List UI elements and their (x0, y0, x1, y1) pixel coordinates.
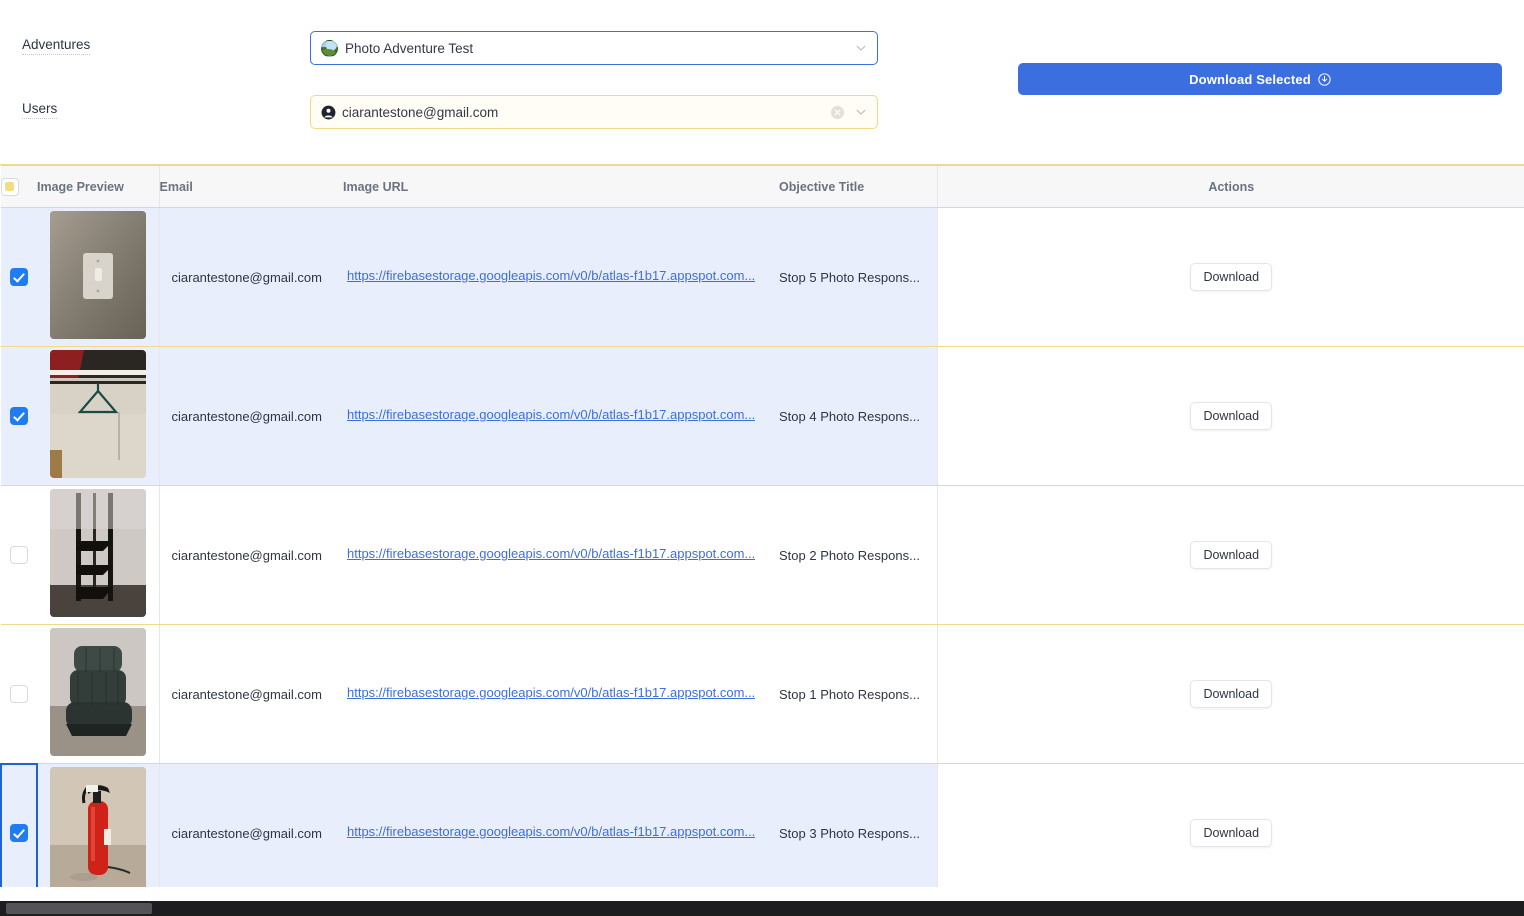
table-row[interactable]: ciarantestone@gmail.com https://firebases… (0, 762, 1524, 896)
download-circle-icon (1318, 72, 1331, 86)
users-filter-row: Users ciarantestone@gmail.com (0, 95, 1524, 129)
image-preview-cell (37, 346, 159, 486)
table-header: Image Preview Email Image URL Objective … (1, 165, 1524, 208)
row-download-button[interactable]: Download (1190, 263, 1273, 291)
clothes-hanger-photo[interactable] (49, 349, 146, 478)
image-url-cell: https://firebasestorage.googleapis.com/v… (343, 485, 779, 625)
light-switch-photo[interactable] (49, 210, 146, 339)
actions-cell: Download (936, 485, 1524, 625)
row-download-button[interactable]: Download (1190, 819, 1273, 847)
users-select[interactable]: ciarantestone@gmail.com (310, 95, 878, 129)
adventures-selected-value: Photo Adventure Test (345, 40, 474, 56)
person-icon (321, 105, 336, 119)
image-url-cell: https://firebasestorage.googleapis.com/v… (343, 624, 779, 764)
table-body: ciarantestone@gmail.com https://firebases… (0, 207, 1524, 896)
image-url-cell: https://firebasestorage.googleapis.com/v… (343, 763, 779, 896)
select-all-header (1, 165, 37, 208)
actions-cell: Download (936, 624, 1524, 764)
table-row[interactable]: ciarantestone@gmail.com https://firebases… (1, 346, 1524, 486)
images-table: Image Preview Email Image URL Objective … (0, 165, 1524, 896)
row-checkbox[interactable] (10, 545, 28, 564)
column-header-objective-title[interactable]: Objective Title (779, 165, 937, 208)
fire-extinguisher-photo[interactable] (50, 766, 147, 895)
column-header-image-url[interactable]: Image URL (343, 165, 779, 208)
table-row[interactable]: ciarantestone@gmail.com https://firebases… (1, 207, 1524, 347)
objective-title-cell: Stop 4 Photo Respons... (779, 346, 937, 486)
row-download-button[interactable]: Download (1190, 402, 1273, 430)
image-url-link[interactable]: https://firebasestorage.googleapis.com/v… (347, 824, 755, 839)
filters-panel: Adventures Photo Adventure Test Download… (0, 0, 1524, 165)
objective-title-cell: Stop 1 Photo Respons... (779, 624, 937, 764)
adventures-label: Adventures (22, 37, 91, 55)
row-select-cell[interactable] (0, 762, 38, 896)
email-cell: ciarantestone@gmail.com (158, 763, 343, 896)
row-checkbox[interactable] (10, 684, 28, 703)
actions-cell: Download (936, 763, 1524, 896)
page-bottom-gap (0, 887, 1524, 901)
objective-title-cell: Stop 2 Photo Respons... (779, 485, 937, 625)
users-label: Users (22, 101, 58, 119)
objective-title-cell: Stop 5 Photo Respons... (779, 207, 937, 347)
row-select-cell[interactable] (1, 346, 37, 486)
column-header-actions[interactable]: Actions (936, 165, 1524, 208)
adventures-select[interactable]: Photo Adventure Test (310, 31, 878, 65)
image-url-cell: https://firebasestorage.googleapis.com/v… (343, 346, 779, 486)
clear-circle-icon[interactable] (830, 105, 845, 120)
table-row[interactable]: ciarantestone@gmail.com https://firebases… (1, 624, 1524, 764)
table-row[interactable]: ciarantestone@gmail.com https://firebases… (1, 485, 1524, 625)
corner-shelf-photo[interactable] (49, 488, 146, 617)
office-chair-photo[interactable] (49, 627, 146, 756)
row-checkbox[interactable] (10, 823, 28, 842)
table-header-row: Image Preview Email Image URL Objective … (1, 165, 1524, 208)
image-preview-cell (37, 485, 159, 625)
email-cell: ciarantestone@gmail.com (158, 485, 343, 625)
row-checkbox[interactable] (10, 267, 28, 286)
image-preview-cell (37, 624, 159, 764)
image-url-cell: https://firebasestorage.googleapis.com/v… (343, 207, 779, 347)
email-cell: ciarantestone@gmail.com (158, 346, 343, 486)
images-table-container: Image Preview Email Image URL Objective … (0, 165, 1524, 896)
column-header-image-preview[interactable]: Image Preview (37, 165, 159, 208)
horizontal-scrollbar[interactable] (0, 901, 1524, 916)
row-download-button[interactable]: Download (1190, 680, 1273, 708)
chevron-down-icon[interactable] (855, 42, 867, 54)
objective-title-cell: Stop 3 Photo Respons... (779, 763, 937, 896)
image-preview-cell (37, 207, 159, 347)
image-url-link[interactable]: https://firebasestorage.googleapis.com/v… (347, 546, 755, 561)
image-url-link[interactable]: https://firebasestorage.googleapis.com/v… (347, 407, 755, 422)
adventures-filter-row: Adventures Photo Adventure Test Download… (0, 31, 1524, 95)
row-select-cell[interactable] (1, 485, 37, 625)
image-url-link[interactable]: https://firebasestorage.googleapis.com/v… (347, 685, 755, 700)
row-download-button[interactable]: Download (1190, 541, 1273, 569)
email-cell: ciarantestone@gmail.com (158, 207, 343, 347)
row-checkbox[interactable] (10, 406, 28, 425)
image-url-link[interactable]: https://firebasestorage.googleapis.com/v… (347, 268, 755, 283)
row-select-cell[interactable] (1, 624, 37, 764)
select-all-checkbox[interactable] (1, 177, 19, 196)
actions-cell: Download (936, 207, 1524, 347)
email-cell: ciarantestone@gmail.com (158, 624, 343, 764)
image-preview-cell (37, 763, 159, 896)
row-select-cell[interactable] (1, 207, 37, 347)
adventure-thumbnail-icon (321, 39, 338, 57)
photo-download-manager-screen: Adventures Photo Adventure Test Download… (0, 0, 1524, 916)
users-chevron-down-icon[interactable] (855, 106, 867, 118)
actions-cell: Download (936, 346, 1524, 486)
horizontal-scrollbar-thumb[interactable] (6, 903, 152, 914)
download-selected-label: Download Selected (1189, 71, 1311, 87)
download-selected-button[interactable]: Download Selected (1018, 63, 1502, 95)
column-header-email[interactable]: Email (158, 165, 343, 208)
users-selected-value: ciarantestone@gmail.com (342, 104, 499, 120)
